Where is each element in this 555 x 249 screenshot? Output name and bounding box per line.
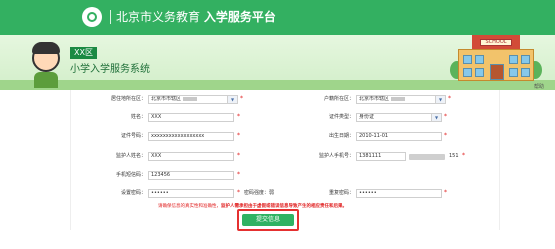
password-input[interactable]: ••••••	[148, 189, 234, 198]
chevron-down-icon[interactable]: ▼	[431, 114, 441, 121]
guardian-phone-input[interactable]: 1381111	[356, 152, 406, 161]
name-label: 姓名：	[130, 114, 146, 120]
household-district-value: 北京市市辖区	[359, 96, 390, 102]
blurred-value	[183, 96, 198, 101]
required-mark: *	[237, 171, 240, 178]
platform-title-main: 入学服务平台	[203, 10, 276, 24]
residence-district-select[interactable]: 北京市市辖区 ▼	[148, 95, 238, 104]
name-input[interactable]: XXX	[148, 113, 234, 122]
required-mark: *	[237, 113, 240, 120]
school-building-icon: SCHOOL	[450, 33, 542, 85]
household-district-select[interactable]: 北京市市辖区 ▼	[356, 95, 446, 104]
required-mark: *	[237, 189, 240, 196]
guardian-phone-suffix: 151	[449, 153, 459, 159]
platform-title-prefix: 北京市义务教育	[116, 10, 201, 24]
school-sign: SCHOOL	[480, 39, 512, 46]
id-number-label: 证件号码：	[120, 133, 146, 139]
header-divider	[110, 10, 111, 24]
guardian-name-input[interactable]: XXX	[148, 152, 234, 161]
top-header-bar: 北京市义务教育 入学服务平台	[0, 0, 555, 35]
confirm-password-label: 重复密码：	[328, 190, 354, 196]
confirm-password-input[interactable]: ••••••	[356, 189, 442, 198]
password-strength: 密码强度：弱	[244, 190, 275, 196]
required-mark: *	[444, 132, 447, 139]
submit-highlight: 提交信息	[237, 209, 299, 231]
platform-title: 北京市义务教育 入学服务平台	[116, 9, 276, 25]
required-mark: *	[237, 152, 240, 159]
id-type-value: 身份证	[359, 114, 375, 120]
chevron-down-icon[interactable]: ▼	[435, 96, 445, 103]
birth-date-label: 出生日期：	[328, 133, 354, 139]
required-mark: *	[444, 189, 447, 196]
id-number-input[interactable]: xxxxxxxxxxxxxxxxxx	[148, 132, 234, 141]
blurred-value	[391, 96, 406, 101]
district-badge: XX区	[70, 47, 97, 59]
help-link[interactable]: 帮助	[534, 83, 544, 90]
required-mark: *	[448, 95, 451, 102]
student-avatar-icon	[28, 38, 64, 88]
blurred-hint	[409, 154, 445, 160]
chevron-down-icon[interactable]: ▼	[227, 96, 237, 103]
required-mark: *	[462, 152, 465, 159]
guardian-phone-label: 监护人手机号：	[318, 153, 354, 159]
birth-date-input[interactable]: 2010-11-01	[356, 132, 442, 141]
submit-button[interactable]: 提交信息	[242, 214, 294, 226]
page: 北京市义务教育 入学服务平台 XX区 小学入学服务系统 SCHOOL 帮助 居住…	[0, 0, 555, 249]
guardian-name-label: 监护人姓名：	[115, 153, 146, 159]
required-mark: *	[237, 132, 240, 139]
residence-district-label: 居住地所在区：	[110, 96, 146, 102]
system-title: 小学入学服务系统	[70, 64, 150, 75]
password-label: 设置密码：	[120, 190, 146, 196]
sms-code-label: 手机短信码：	[115, 172, 146, 178]
sms-code-input[interactable]: 123456	[148, 171, 234, 180]
household-district-label: 户籍所在区：	[323, 96, 354, 102]
required-mark: *	[444, 113, 447, 120]
residence-district-value: 北京市市辖区	[151, 96, 182, 102]
beijing-edu-logo-icon	[82, 7, 102, 27]
id-type-label: 证件类型：	[328, 114, 354, 120]
id-type-select[interactable]: 身份证 ▼	[356, 113, 442, 122]
required-mark: *	[240, 95, 243, 102]
accuracy-notice-part-a: 请确保信息的真实性和准确性，	[158, 204, 221, 209]
